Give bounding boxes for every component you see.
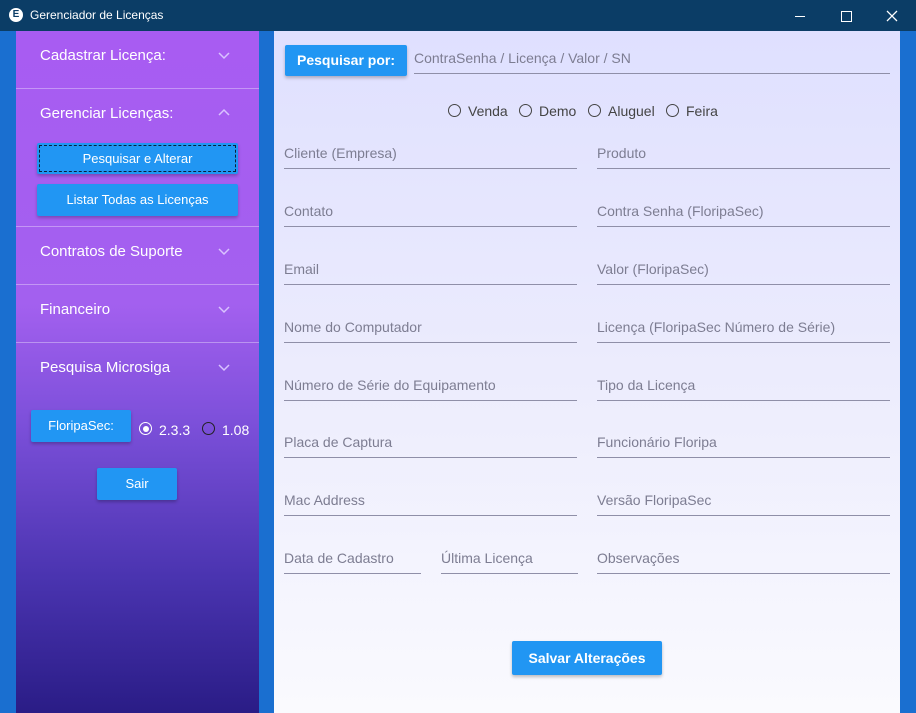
- chevron-down-icon: [217, 360, 231, 374]
- field-placeholder: Produto: [597, 145, 647, 161]
- chevron-down-icon: [217, 48, 231, 62]
- sidebar-section-contratos[interactable]: Contratos de Suporte: [16, 227, 259, 285]
- field-placeholder: Nome do Computador: [284, 319, 422, 335]
- field-placeholder: Funcionário Floripa: [597, 434, 717, 450]
- field-placeholder: Versão FloripaSec: [597, 492, 712, 508]
- sidebar-section-microsiga[interactable]: Pesquisa Microsiga: [16, 343, 259, 400]
- section-label: Cadastrar Licença:: [40, 47, 166, 64]
- exit-button[interactable]: Sair: [97, 468, 177, 500]
- field-placeholder: Última Licença: [441, 550, 533, 566]
- option-label: Demo: [539, 103, 577, 119]
- field-placeholder: Observações: [597, 550, 680, 566]
- funcionario-field[interactable]: Funcionário Floripa: [597, 430, 890, 458]
- list-all-licenses-button[interactable]: Listar Todas as Licenças: [37, 184, 238, 216]
- sidebar: Cadastrar Licença: Gerenciar Licenças: P…: [16, 31, 259, 713]
- licenca-field[interactable]: Licença (FloripaSec Número de Série): [597, 315, 890, 343]
- app-window: E Gerenciador de Licenças Cadastrar Lice…: [0, 0, 916, 713]
- observacoes-field[interactable]: Observações: [597, 546, 890, 574]
- field-placeholder: Valor (FloripaSec): [597, 261, 709, 277]
- field-placeholder: Data de Cadastro: [284, 550, 394, 566]
- option-radio-feira[interactable]: [666, 104, 679, 117]
- field-placeholder: Tipo da Licença: [597, 377, 696, 393]
- option-label: Aluguel: [608, 103, 655, 119]
- close-button[interactable]: [869, 0, 915, 31]
- section-label: Contratos de Suporte: [40, 243, 183, 260]
- window-title: Gerenciador de Licenças: [30, 8, 164, 22]
- version-radio-108[interactable]: [202, 422, 215, 435]
- chevron-down-icon: [217, 302, 231, 316]
- option-radio-aluguel[interactable]: [588, 104, 601, 117]
- versao-field[interactable]: Versão FloripaSec: [597, 488, 890, 516]
- chevron-down-icon: [217, 244, 231, 258]
- minimize-icon: [795, 15, 805, 17]
- option-label: Venda: [468, 103, 508, 119]
- save-changes-button[interactable]: Salvar Alterações: [512, 641, 662, 675]
- search-alter-button[interactable]: Pesquisar e Alterar: [37, 143, 238, 174]
- version-label: 2.3.3: [159, 422, 191, 438]
- email-field[interactable]: Email: [284, 257, 577, 285]
- option-radio-venda[interactable]: [448, 104, 461, 117]
- field-placeholder: Licença (FloripaSec Número de Série): [597, 319, 836, 335]
- chevron-up-icon: [217, 106, 231, 120]
- app-logo-icon: E: [9, 8, 23, 22]
- section-label: Financeiro: [40, 301, 111, 318]
- nome-computador-field[interactable]: Nome do Computador: [284, 315, 577, 343]
- valor-field[interactable]: Valor (FloripaSec): [597, 257, 890, 285]
- field-placeholder: Email: [284, 261, 320, 277]
- option-label: Feira: [686, 103, 718, 119]
- option-radio-demo[interactable]: [519, 104, 532, 117]
- section-label: Pesquisa Microsiga: [40, 359, 171, 376]
- floripasec-button[interactable]: FloripaSec:: [31, 410, 131, 442]
- field-placeholder: Placa de Captura: [284, 434, 393, 450]
- sidebar-section-financeiro[interactable]: Financeiro: [16, 285, 259, 343]
- mac-address-field[interactable]: Mac Address: [284, 488, 577, 516]
- maximize-button[interactable]: [823, 0, 869, 31]
- main-panel: Pesquisar por: ContraSenha / Licença / V…: [274, 31, 900, 713]
- field-placeholder: Contra Senha (FloripaSec): [597, 203, 764, 219]
- ultima-licenca-field[interactable]: Última Licença: [441, 546, 578, 574]
- field-placeholder: Cliente (Empresa): [284, 145, 397, 161]
- close-icon: [886, 10, 898, 22]
- placa-captura-field[interactable]: Placa de Captura: [284, 430, 577, 458]
- search-placeholder: ContraSenha / Licença / Valor / SN: [414, 50, 631, 66]
- contra-senha-field[interactable]: Contra Senha (FloripaSec): [597, 199, 890, 227]
- section-label: Gerenciar Licenças:: [40, 105, 174, 122]
- tipo-licenca-field[interactable]: Tipo da Licença: [597, 373, 890, 401]
- version-radio-233[interactable]: [139, 422, 152, 435]
- data-cadastro-field[interactable]: Data de Cadastro: [284, 546, 421, 574]
- numero-serie-field[interactable]: Número de Série do Equipamento: [284, 373, 577, 401]
- field-placeholder: Número de Série do Equipamento: [284, 377, 496, 393]
- title-bar: E Gerenciador de Licenças: [0, 0, 916, 31]
- maximize-icon: [840, 10, 852, 22]
- cliente-field[interactable]: Cliente (Empresa): [284, 141, 577, 169]
- search-by-button[interactable]: Pesquisar por:: [285, 45, 407, 76]
- field-placeholder: Mac Address: [284, 492, 365, 508]
- contato-field[interactable]: Contato: [284, 199, 577, 227]
- sidebar-section-cadastrar[interactable]: Cadastrar Licença:: [16, 31, 259, 89]
- version-label: 1.08: [222, 422, 250, 438]
- produto-field[interactable]: Produto: [597, 141, 890, 169]
- search-input[interactable]: ContraSenha / Licença / Valor / SN: [414, 46, 890, 74]
- minimize-button[interactable]: [777, 0, 823, 31]
- field-placeholder: Contato: [284, 203, 334, 219]
